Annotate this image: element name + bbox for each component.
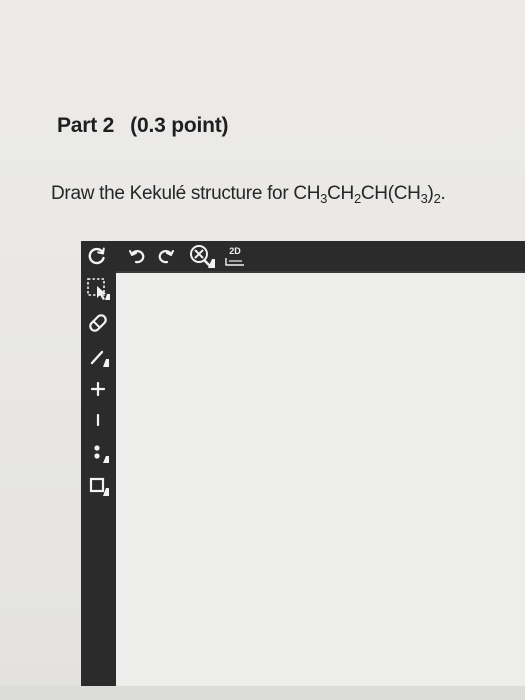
question-text: Draw the Kekulé structure for CH3CH2CH(C… — [51, 183, 446, 206]
zoom-clear-icon[interactable] — [187, 243, 217, 269]
drawing-editor: 2D — [81, 241, 525, 686]
bottom-strip — [0, 686, 525, 700]
part-title: Part 2 (0.3 point) — [57, 114, 228, 138]
lone-pair-icon[interactable] — [84, 440, 112, 466]
top-toolbar: 2D — [81, 241, 525, 273]
clean-2d-label: 2D — [229, 245, 241, 256]
charge-minus-icon[interactable] — [84, 408, 112, 432]
box-icon[interactable] — [84, 471, 112, 499]
charge-plus-icon[interactable] — [84, 377, 112, 401]
part-points: (0.3 point) — [130, 114, 229, 137]
clean-2d-icon — [225, 257, 244, 266]
reset-icon[interactable] — [85, 244, 109, 268]
left-toolbar — [81, 271, 116, 686]
select-icon[interactable] — [84, 275, 112, 301]
drawing-canvas[interactable] — [116, 273, 525, 686]
eraser-icon[interactable] — [84, 310, 112, 336]
part-label: Part 2 — [57, 114, 115, 137]
bond-icon[interactable] — [84, 344, 112, 370]
redo-icon[interactable] — [155, 245, 177, 267]
clean-2d-button[interactable]: 2D — [221, 244, 249, 268]
page: Part 2 (0.3 point) Draw the Kekulé struct… — [0, 0, 525, 700]
undo-icon[interactable] — [126, 245, 148, 267]
